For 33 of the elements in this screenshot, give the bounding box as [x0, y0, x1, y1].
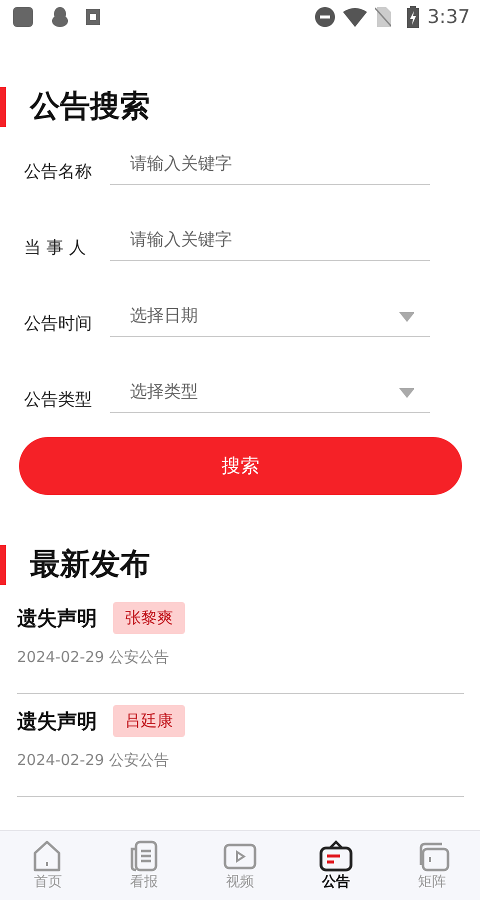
nav-tab[interactable]: 首页	[0, 831, 96, 900]
name-tag: 张黎爽	[113, 602, 185, 634]
do-not-disturb-icon	[315, 7, 336, 27]
notice-meta: 2024-02-29 公安公告	[17, 647, 170, 668]
notice-board-icon	[318, 838, 354, 872]
nav-tab[interactable]: 公告	[288, 831, 384, 900]
search-button[interactable]: 搜索	[19, 437, 462, 495]
dropdown-arrow-icon	[398, 312, 414, 322]
no-sim-icon	[375, 7, 392, 27]
nav-tab[interactable]: 视频	[192, 831, 288, 900]
wifi-icon	[343, 7, 368, 27]
battery-icon	[407, 6, 420, 28]
penguin-icon	[50, 6, 70, 28]
field-label: 公告名称	[24, 160, 93, 184]
app-icon	[12, 6, 34, 28]
notice-meta: 2024-02-29 公安公告	[17, 750, 170, 771]
dropdown-field[interactable]: 选择日期	[128, 302, 399, 330]
nav-tab[interactable]: 看报	[96, 831, 192, 900]
field-label: 公告时间	[24, 312, 93, 336]
input-field[interactable]: 请输入关键字	[128, 150, 414, 178]
dropdown-arrow-icon	[398, 388, 414, 398]
field-label: 当 事 人	[24, 236, 87, 260]
section-title: 公告搜索	[0, 87, 480, 127]
dropdown-field[interactable]: 选择类型	[128, 378, 399, 406]
nav-tab[interactable]: 矩阵	[384, 831, 480, 900]
name-tag: 吕廷康	[113, 705, 185, 737]
input-field[interactable]: 请输入关键字	[128, 226, 414, 254]
notice-title[interactable]: 遗失声明	[17, 706, 97, 736]
clock-time: 3:37	[427, 4, 470, 30]
keyboard-icon	[86, 9, 100, 25]
section-title: 最新发布	[0, 545, 480, 585]
notice-title[interactable]: 遗失声明	[17, 603, 97, 633]
field-label: 公告类型	[24, 388, 93, 412]
